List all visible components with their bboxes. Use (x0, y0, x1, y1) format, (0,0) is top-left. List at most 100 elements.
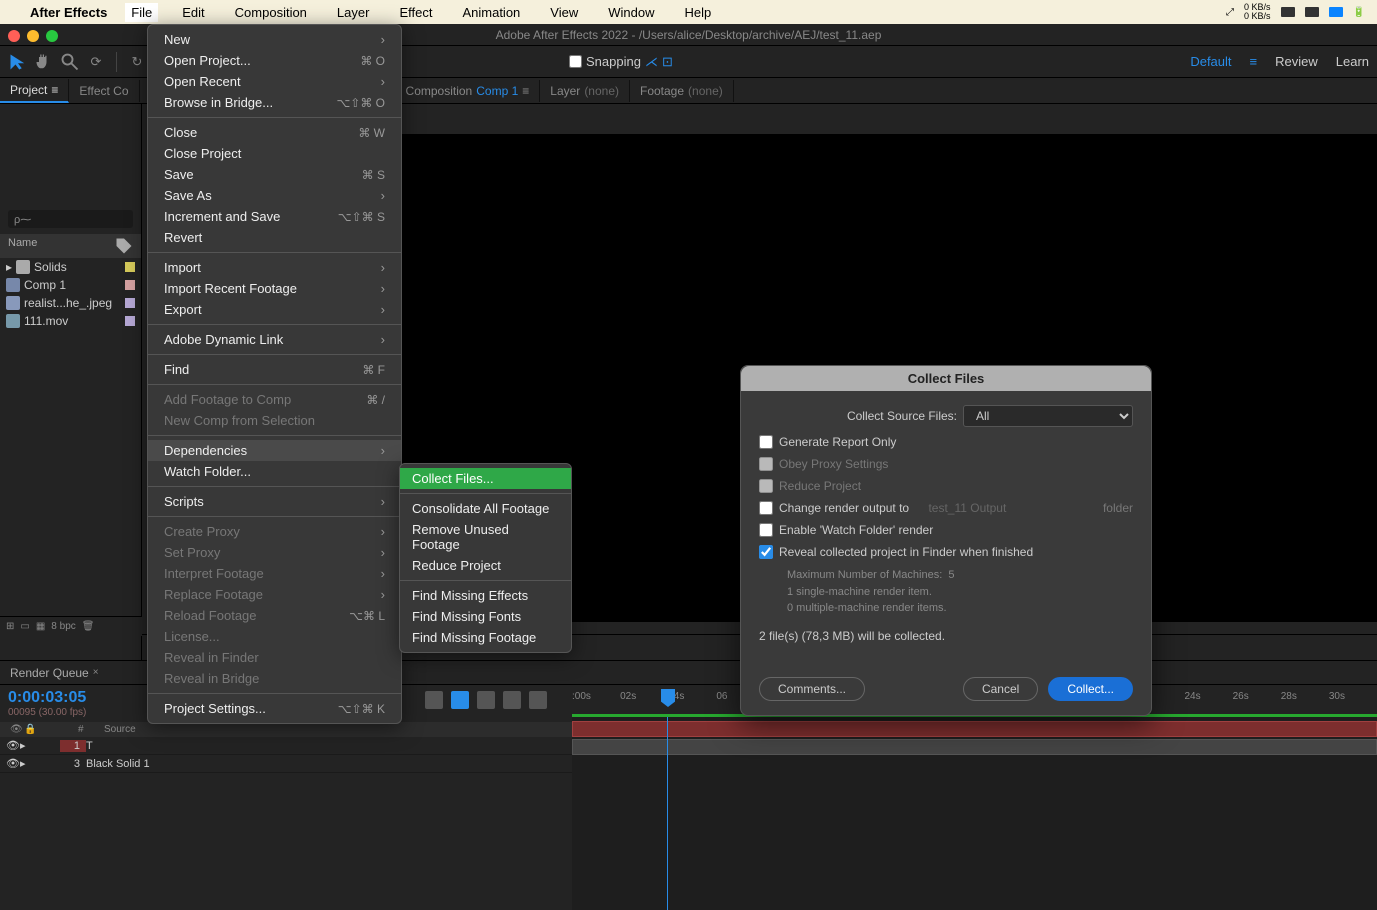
interpret-icon[interactable]: ⊞ (6, 621, 14, 632)
orbit-tool-icon[interactable]: ⟳ (86, 52, 106, 72)
file-menu-browse-in-bridge-[interactable]: Browse in Bridge...⌥⇧⌘ O (148, 92, 401, 113)
cb-reveal-finder[interactable]: Reveal collected project in Finder when … (759, 545, 1033, 559)
cb-change-render-output[interactable]: Change render output to (759, 501, 909, 515)
file-menu-project-settings-[interactable]: Project Settings...⌥⇧⌘ K (148, 698, 401, 719)
timeline-tracks[interactable] (572, 717, 1377, 910)
maximize-window[interactable] (46, 30, 58, 42)
comments-button[interactable]: Comments... (759, 677, 865, 701)
col-label-icon[interactable] (115, 237, 133, 255)
workspace-default[interactable]: Default (1190, 54, 1231, 69)
snap-opt2-icon[interactable]: ⊡ (662, 54, 673, 70)
tab-render-queue[interactable]: Render Queue× (0, 662, 109, 684)
cb-generate-report[interactable]: Generate Report Only (759, 435, 896, 449)
cancel-button[interactable]: Cancel (963, 677, 1038, 701)
menu-layer[interactable]: Layer (331, 3, 376, 22)
project-item-solids[interactable]: ▸Solids (0, 258, 141, 276)
submenu-consolidate-all-footage[interactable]: Consolidate All Footage (400, 498, 571, 519)
workspace-menu-icon[interactable]: ≡ (1250, 54, 1258, 69)
tab-effect-controls[interactable]: Effect Co (69, 80, 139, 102)
menu-help[interactable]: Help (678, 3, 717, 22)
menu-effect[interactable]: Effect (393, 3, 438, 22)
rotate-tool-icon[interactable]: ↻ (127, 52, 147, 72)
snap-opt-icon[interactable]: ⋌ (645, 54, 658, 70)
status-box-1 (1281, 7, 1295, 17)
menu-animation[interactable]: Animation (456, 3, 526, 22)
menu-view[interactable]: View (544, 3, 584, 22)
cb-reduce-project: Reduce Project (759, 479, 861, 493)
file-menu-dependencies[interactable]: Dependencies› (148, 440, 401, 461)
file-menu-import-recent-footage[interactable]: Import Recent Footage› (148, 278, 401, 299)
minimize-window[interactable] (27, 30, 39, 42)
project-panel: Name ▸Solids Comp 1 realist...he_.jpeg 1… (0, 104, 142, 662)
cb-watch-folder[interactable]: Enable 'Watch Folder' render (759, 523, 933, 537)
file-menu-save[interactable]: Save⌘ S (148, 164, 401, 185)
hand-tool-icon[interactable] (34, 52, 54, 72)
file-menu-reload-footage: Reload Footage⌥⌘ L (148, 605, 401, 626)
file-menu-scripts[interactable]: Scripts› (148, 491, 401, 512)
file-menu-find[interactable]: Find⌘ F (148, 359, 401, 380)
playhead-line[interactable] (667, 717, 668, 910)
file-menu-dropdown: New›Open Project...⌘ OOpen Recent›Browse… (147, 24, 402, 724)
file-menu-watch-folder-[interactable]: Watch Folder... (148, 461, 401, 482)
submenu-remove-unused-footage[interactable]: Remove Unused Footage (400, 519, 571, 555)
file-menu-new[interactable]: New› (148, 29, 401, 50)
submenu-reduce-project[interactable]: Reduce Project (400, 555, 571, 576)
project-item-comp1[interactable]: Comp 1 (0, 276, 141, 294)
bpc-label[interactable]: 8 bpc (51, 621, 75, 632)
project-search-input[interactable] (8, 210, 133, 228)
tab-footage[interactable]: Footage (none) (630, 80, 734, 102)
collect-source-label: Collect Source Files: (847, 409, 957, 423)
tl-icon-4[interactable] (503, 691, 521, 709)
file-menu-close-project[interactable]: Close Project (148, 143, 401, 164)
trash-icon[interactable]: 🗑 (82, 621, 95, 632)
submenu-find-missing-fonts[interactable]: Find Missing Fonts (400, 606, 571, 627)
snapping-checkbox[interactable] (569, 55, 582, 68)
close-window[interactable] (8, 30, 20, 42)
file-menu-adobe-dynamic-link[interactable]: Adobe Dynamic Link› (148, 329, 401, 350)
current-timecode[interactable]: 0:00:03:05 (8, 689, 86, 707)
collect-button[interactable]: Collect... (1048, 677, 1133, 701)
tab-project[interactable]: Project≡ (0, 79, 69, 103)
file-menu-set-proxy: Set Proxy› (148, 542, 401, 563)
status-box-3 (1329, 7, 1343, 17)
menu-file[interactable]: File (125, 3, 158, 22)
file-menu-close[interactable]: Close⌘ W (148, 122, 401, 143)
tl-icon-2[interactable] (451, 691, 469, 709)
file-menu-open-project-[interactable]: Open Project...⌘ O (148, 50, 401, 71)
traffic-lights (8, 30, 58, 42)
file-menu-save-as[interactable]: Save As› (148, 185, 401, 206)
file-menu-increment-and-save[interactable]: Increment and Save⌥⇧⌘ S (148, 206, 401, 227)
col-name[interactable]: Name (8, 237, 115, 255)
tl-icon-3[interactable] (477, 691, 495, 709)
menu-edit[interactable]: Edit (176, 3, 210, 22)
menu-composition[interactable]: Composition (229, 3, 313, 22)
selection-tool-icon[interactable] (8, 52, 28, 72)
new-folder-icon[interactable]: ▭ (20, 621, 29, 632)
file-menu-revert[interactable]: Revert (148, 227, 401, 248)
menu-window[interactable]: Window (602, 3, 660, 22)
project-item-mov[interactable]: 111.mov (0, 312, 141, 330)
submenu-find-missing-footage[interactable]: Find Missing Footage (400, 627, 571, 648)
dialog-title: Collect Files (741, 366, 1151, 391)
workspace-learn[interactable]: Learn (1336, 54, 1369, 69)
folder-suffix: folder (1103, 501, 1133, 515)
expand-icon[interactable]: ⤢ (1226, 7, 1234, 18)
new-comp-icon[interactable]: ▦ (36, 621, 45, 632)
file-menu-create-proxy: Create Proxy› (148, 521, 401, 542)
snapping-toggle[interactable]: Snapping ⋌ ⊡ (569, 54, 673, 70)
collect-source-select[interactable]: All (963, 405, 1133, 427)
project-item-jpeg[interactable]: realist...he_.jpeg (0, 294, 141, 312)
zoom-tool-icon[interactable] (60, 52, 80, 72)
tab-layer[interactable]: Layer (none) (540, 80, 630, 102)
app-name[interactable]: After Effects (30, 5, 107, 20)
tab-composition[interactable]: ×Composition Comp 1 ≡ (385, 80, 541, 102)
tl-icon-5[interactable] (529, 691, 547, 709)
tl-icon-1[interactable] (425, 691, 443, 709)
workspace-review[interactable]: Review (1275, 54, 1318, 69)
cb-obey-proxy: Obey Proxy Settings (759, 457, 888, 471)
file-menu-export[interactable]: Export› (148, 299, 401, 320)
submenu-collect-files-[interactable]: Collect Files... (400, 468, 571, 489)
file-menu-import[interactable]: Import› (148, 257, 401, 278)
submenu-find-missing-effects[interactable]: Find Missing Effects (400, 585, 571, 606)
file-menu-open-recent[interactable]: Open Recent› (148, 71, 401, 92)
